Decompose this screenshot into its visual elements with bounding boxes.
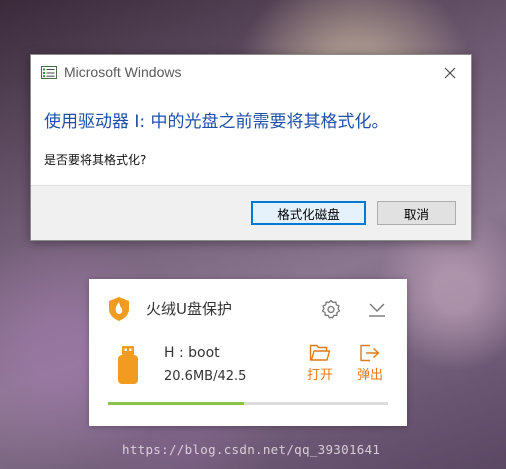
close-icon	[444, 67, 456, 79]
dialog-footer: 格式化磁盘 取消	[31, 185, 471, 240]
close-button[interactable]	[435, 59, 465, 87]
usb-protection-widget: 火绒U盘保护 H : boot 20.6MB/42.5 打开 弹出	[89, 279, 407, 426]
usage-progress-bar	[108, 402, 388, 405]
open-label: 打开	[306, 368, 333, 383]
gear-icon[interactable]	[321, 299, 341, 319]
usb-drive-icon	[118, 346, 138, 384]
eject-label: 弹出	[356, 368, 383, 383]
huorong-logo-icon	[109, 297, 129, 321]
chevron-down-icon[interactable]	[367, 299, 387, 319]
format-dialog: Microsoft Windows 使用驱动器 I: 中的光盘之前需要将其格式化…	[30, 54, 472, 241]
open-drive-button[interactable]: 打开	[304, 344, 336, 383]
format-disk-button[interactable]: 格式化磁盘	[251, 201, 366, 225]
dialog-titlebar: Microsoft Windows	[31, 55, 471, 91]
drive-size: 20.6MB/42.5	[164, 369, 247, 384]
dialog-heading: 使用驱动器 I: 中的光盘之前需要将其格式化。	[44, 112, 389, 132]
eject-icon	[360, 344, 380, 362]
drive-name: H : boot	[164, 345, 220, 361]
usage-progress-fill	[108, 402, 244, 405]
eject-drive-button[interactable]: 弹出	[354, 344, 386, 383]
dialog-message: 是否要将其格式化?	[44, 153, 147, 167]
folder-icon	[309, 344, 331, 361]
dialog-title: Microsoft Windows	[64, 64, 182, 80]
window-app-icon	[41, 66, 57, 79]
widget-title: 火绒U盘保护	[146, 300, 232, 318]
cancel-button[interactable]: 取消	[377, 201, 456, 225]
watermark: https://blog.csdn.net/qq_39301641	[122, 442, 381, 457]
